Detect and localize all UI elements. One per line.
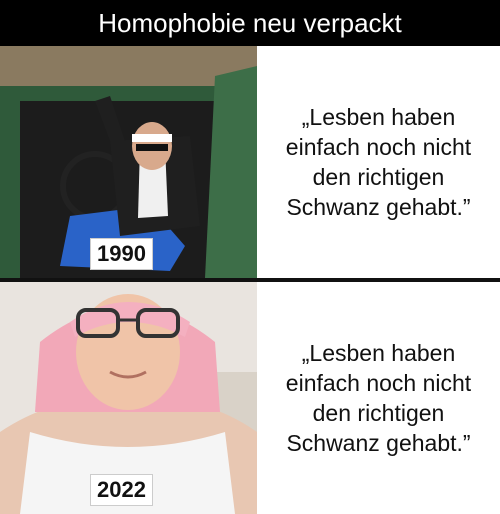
photo-1990-man-in-car: 1990	[0, 46, 257, 278]
meme-title-text: Homophobie neu verpackt	[98, 7, 402, 38]
quote-2022: „Lesben haben einfach noch nicht den ric…	[285, 340, 472, 456]
panel-2022: 2022 „Lesben haben einfach noch nicht de…	[0, 282, 500, 514]
year-label-2022: 2022	[90, 474, 153, 506]
meme: Homophobie neu verpackt 1990 „Lesben hab…	[0, 0, 500, 514]
panel-1990: 1990 „Lesben haben einfach noch nicht de…	[0, 46, 500, 278]
photo-2022-person-pink-wig: 2022	[0, 282, 257, 514]
meme-title: Homophobie neu verpackt	[0, 0, 500, 46]
quote-1990: „Lesben haben einfach noch nicht den ric…	[285, 104, 472, 220]
year-label-1990: 1990	[90, 238, 153, 270]
